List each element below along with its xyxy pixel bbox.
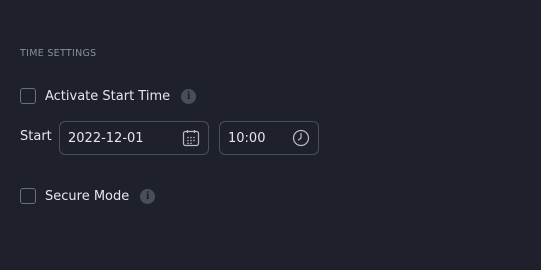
start-date-field[interactable]: 2022-12-01 <box>59 121 209 155</box>
clock-icon[interactable] <box>292 129 310 147</box>
info-icon[interactable]: i <box>181 88 197 104</box>
section-title: TIME SETTINGS <box>20 48 97 59</box>
calendar-icon[interactable] <box>182 129 200 147</box>
start-date-value: 2022-12-01 <box>68 130 144 146</box>
start-label: Start <box>20 129 52 144</box>
secure-mode-row: Secure Mode i <box>20 187 156 205</box>
start-time-field[interactable]: 10:00 <box>219 121 319 155</box>
info-icon[interactable]: i <box>140 188 156 204</box>
activate-start-time-label[interactable]: Activate Start Time <box>45 89 170 104</box>
activate-start-time-row: Activate Start Time i <box>20 87 197 105</box>
secure-mode-label[interactable]: Secure Mode <box>45 189 129 204</box>
secure-mode-checkbox[interactable] <box>20 188 36 204</box>
start-time-value: 10:00 <box>228 130 266 146</box>
activate-start-time-checkbox[interactable] <box>20 88 36 104</box>
